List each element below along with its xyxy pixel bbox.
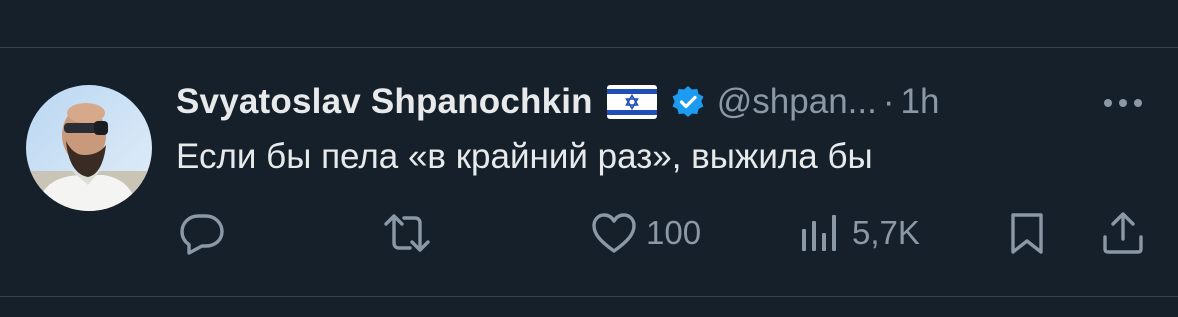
- views-count: 5,7K: [852, 214, 920, 251]
- views-button[interactable]: 5,7K: [796, 211, 920, 255]
- retweet-button[interactable]: [383, 211, 431, 255]
- divider-bottom: [0, 296, 1178, 297]
- avatar[interactable]: [26, 85, 152, 211]
- share-button[interactable]: [1099, 211, 1147, 255]
- share-icon: [1099, 211, 1147, 255]
- reply-icon: [178, 211, 226, 255]
- author-handle[interactable]: @shpan...: [717, 82, 877, 122]
- tweet-text: Если бы пела «в крайний раз», выжила бы: [176, 137, 873, 176]
- reply-button[interactable]: [178, 211, 226, 255]
- israel-flag-icon: [606, 85, 657, 119]
- divider-top: [0, 47, 1178, 48]
- timeline: Svyatoslav Shpanochkin @shpan... · 1h Ес…: [0, 0, 1178, 317]
- tweet-header: Svyatoslav Shpanochkin @shpan... · 1h: [176, 78, 939, 126]
- bookmark-icon: [1003, 211, 1051, 255]
- heart-icon: [590, 211, 638, 255]
- author-display-name[interactable]: Svyatoslav Shpanochkin: [176, 82, 593, 122]
- like-button[interactable]: 100: [590, 211, 701, 255]
- bookmark-button[interactable]: [1003, 211, 1051, 255]
- timestamp[interactable]: 1h: [901, 82, 940, 122]
- more-icon[interactable]: [1098, 86, 1148, 120]
- views-icon: [796, 211, 844, 255]
- like-count: 100: [646, 214, 702, 251]
- separator-dot: ·: [882, 82, 895, 121]
- retweet-icon: [383, 211, 431, 255]
- verified-badge-icon[interactable]: [671, 85, 705, 119]
